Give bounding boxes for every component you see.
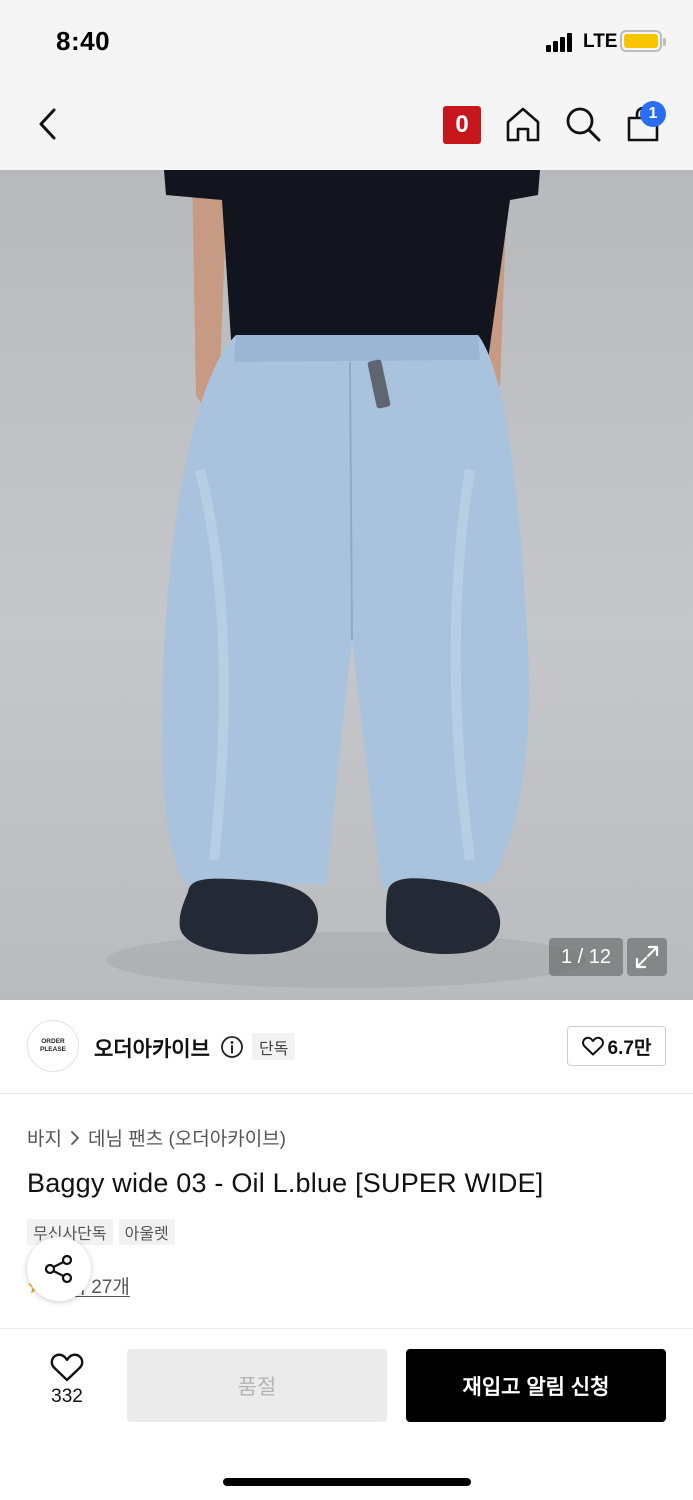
heart-icon: [50, 1353, 84, 1382]
top-nav-bar: 0: [0, 80, 693, 170]
home-icon[interactable]: [502, 102, 544, 146]
soldout-button[interactable]: 품절: [127, 1349, 387, 1422]
brand-row: ORDER PLEASE 오더아카이브 단독 6.7만: [0, 1000, 693, 1094]
share-button[interactable]: [27, 1237, 91, 1301]
brand-like-button[interactable]: 6.7만: [567, 1026, 666, 1066]
status-time: 8:40: [56, 26, 111, 56]
home-indicator: [223, 1478, 471, 1486]
cart-count-badge: 1: [640, 101, 666, 127]
back-icon[interactable]: [28, 102, 68, 146]
tag-item: 아울렛: [118, 1219, 175, 1245]
network-label: LTE: [583, 31, 618, 52]
image-counter: 1 / 12: [549, 938, 623, 976]
info-icon[interactable]: [220, 1035, 244, 1059]
battery-icon: [620, 30, 666, 52]
brand-like-count: 6.7만: [607, 1037, 652, 1059]
share-icon: [44, 1254, 73, 1284]
breadcrumb-category[interactable]: 바지: [27, 1124, 62, 1151]
wishlist-count: 332: [51, 1386, 83, 1407]
chevron-right-icon: [71, 1130, 79, 1145]
brand-logo-line1: ORDER: [41, 1038, 65, 1045]
restock-alert-button[interactable]: 재입고 알림 신청: [406, 1349, 666, 1422]
zero-badge[interactable]: 0: [443, 106, 481, 144]
status-bar: 8:40 LTE: [0, 0, 693, 80]
breadcrumb: 바지 데님 팬츠 (오더아카이브): [27, 1124, 286, 1151]
bottom-bar-divider: [0, 1328, 693, 1329]
search-icon[interactable]: [562, 102, 604, 146]
brand-logo[interactable]: ORDER PLEASE: [27, 1020, 79, 1072]
wishlist-button[interactable]: 332: [30, 1352, 104, 1422]
heart-icon: [581, 1036, 604, 1056]
breadcrumb-subcategory[interactable]: 데님 팬츠 (오더아카이브): [88, 1124, 286, 1151]
brand-name[interactable]: 오더아카이브: [94, 1033, 210, 1063]
product-image[interactable]: [0, 170, 693, 1000]
brand-logo-line2: PLEASE: [39, 1046, 66, 1053]
expand-icon[interactable]: [627, 938, 667, 976]
exclusive-tag: 단독: [252, 1033, 296, 1060]
product-title: Baggy wide 03 - Oil L.blue [SUPER WIDE]: [27, 1168, 544, 1198]
signal-icon: [546, 32, 578, 52]
